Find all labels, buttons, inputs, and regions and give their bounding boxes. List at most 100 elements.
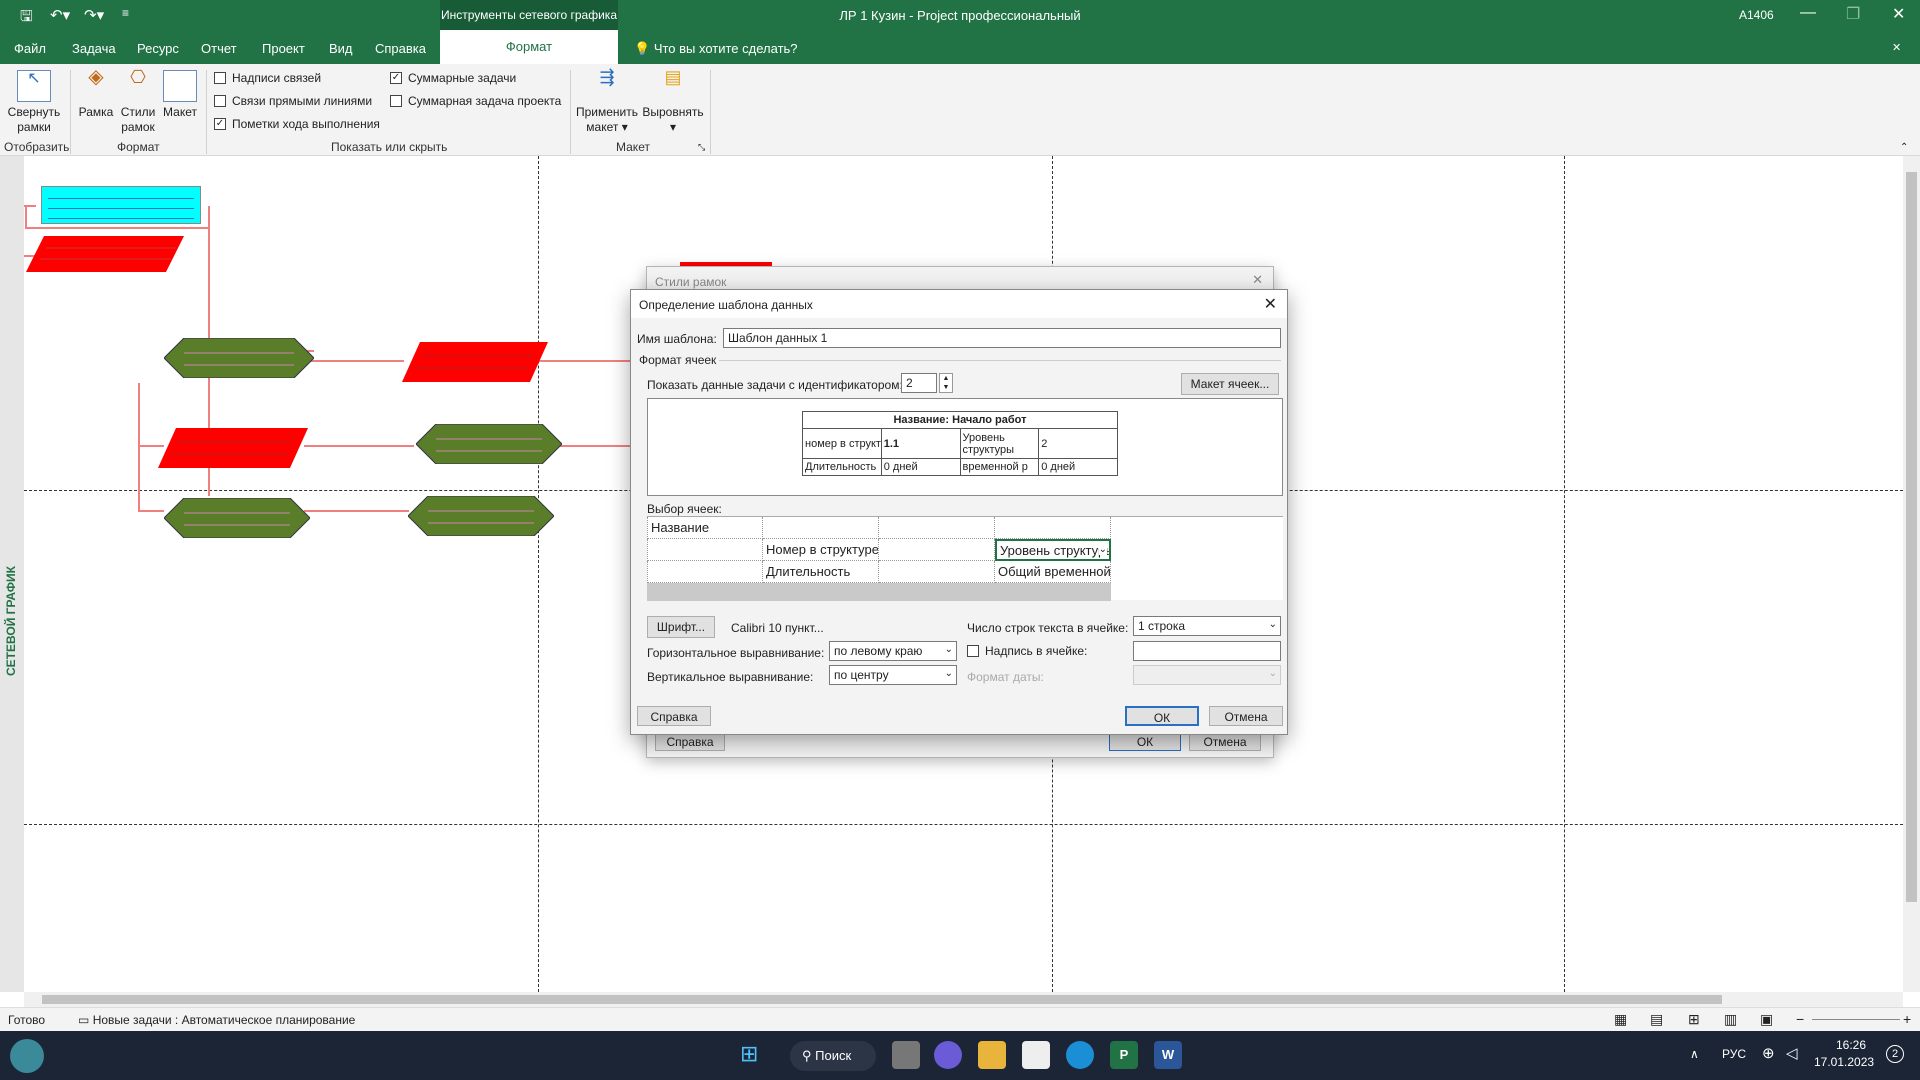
tell-me[interactable]: 💡 Что вы хотите сделать?: [634, 41, 798, 57]
cancel-button[interactable]: Отмена: [1209, 706, 1283, 726]
label-in-cell-input[interactable]: [1133, 641, 1281, 661]
grid-cell-name[interactable]: Название: [647, 517, 763, 539]
task-id-input[interactable]: 2: [901, 373, 937, 393]
preview-cell: Уровень структуры: [959, 428, 1040, 459]
menu-file[interactable]: Файл: [14, 41, 46, 56]
word-icon[interactable]: W: [1154, 1041, 1182, 1069]
chevron-up-icon[interactable]: ∧: [1690, 1047, 1699, 1061]
volume-icon[interactable]: ◁: [1786, 1044, 1798, 1062]
label-in-cell-checkbox[interactable]: Надпись в ячейке:: [967, 644, 1087, 658]
grid-cell-duration[interactable]: Длительность: [763, 561, 879, 583]
halign-select[interactable]: по левому краю ⌄: [829, 641, 957, 661]
gantt-view-icon[interactable]: ▤: [1650, 1011, 1663, 1028]
user-name[interactable]: А1406: [1739, 8, 1774, 22]
new-tasks-mode[interactable]: ▭ Новые задачи : Автоматическое планиров…: [78, 1013, 355, 1027]
horizontal-scroll-thumb[interactable]: [42, 995, 1722, 1004]
grid-cell[interactable]: [763, 517, 879, 539]
horizontal-scrollbar[interactable]: [24, 992, 1903, 1007]
font-button[interactable]: Шрифт...: [647, 616, 715, 638]
valign-label: Вертикальное выравнивание:: [647, 670, 814, 684]
menu-project[interactable]: Проект: [262, 41, 305, 56]
template-name-input[interactable]: Шаблон данных 1: [723, 328, 1281, 348]
grid-cell-total-slack[interactable]: Общий временной: [995, 561, 1111, 583]
network-node[interactable]: [402, 342, 548, 382]
view-icon[interactable]: ▦: [1614, 1011, 1627, 1028]
ok-button[interactable]: ОК: [1125, 706, 1199, 726]
valign-select[interactable]: по центру ⌄: [829, 665, 957, 685]
close-icon[interactable]: ✕: [1892, 4, 1905, 24]
grid-cell[interactable]: [879, 539, 995, 561]
chevron-down-icon[interactable]: ⌄: [1098, 544, 1107, 555]
frame-styles-button[interactable]: ⎔ Стили рамок: [118, 68, 158, 135]
checkbox-summary-tasks[interactable]: ✓ Суммарные задачи: [390, 71, 516, 85]
input-language[interactable]: РУС: [1722, 1047, 1746, 1061]
network-node[interactable]: [41, 186, 201, 224]
frame-button[interactable]: ◈ Рамка: [76, 67, 116, 120]
clock-time[interactable]: 16:26: [1824, 1038, 1878, 1052]
menu-task[interactable]: Задача: [72, 41, 116, 56]
collapse-ribbon-icon[interactable]: ✕: [1892, 41, 1901, 54]
grid-cell[interactable]: [647, 561, 763, 583]
sheet-view-icon[interactable]: ▥: [1724, 1011, 1737, 1028]
restore-icon[interactable]: ❐: [1846, 4, 1860, 24]
lines-select[interactable]: 1 строка ⌄: [1133, 616, 1281, 636]
grid-cell[interactable]: [995, 517, 1111, 539]
cell-layout-button[interactable]: Макет ячеек...: [1181, 373, 1279, 395]
grid-cell-level-selected[interactable]: Уровень структуры ⌄: [995, 539, 1111, 561]
group-format: Формат: [117, 140, 160, 154]
grid-cell-wbs[interactable]: Номер в структуре: [763, 539, 879, 561]
grid-cell[interactable]: [879, 517, 995, 539]
cell-format-label: Формат ячеек: [639, 353, 717, 367]
explorer-icon[interactable]: [978, 1041, 1006, 1069]
network-icon[interactable]: ⊕: [1762, 1044, 1775, 1062]
date-format-label: Формат даты:: [967, 670, 1044, 684]
network-node[interactable]: [164, 498, 310, 538]
dialog-launcher-icon[interactable]: ⤡: [698, 142, 705, 153]
zoom-out-icon[interactable]: −: [1796, 1011, 1804, 1027]
report-view-icon[interactable]: ▣: [1760, 1011, 1773, 1028]
task-view-icon[interactable]: [892, 1041, 920, 1069]
network-node[interactable]: [416, 424, 562, 464]
grid-cell[interactable]: [879, 561, 995, 583]
checkbox-progress-marks[interactable]: ✓ Пометки хода выполнения: [214, 117, 380, 131]
store-icon[interactable]: [1022, 1041, 1050, 1069]
edge-icon[interactable]: [1066, 1041, 1094, 1069]
close-icon[interactable]: ✕: [1252, 272, 1263, 288]
apply-layout-button[interactable]: ⇶ Применить макет ▾: [576, 68, 638, 135]
menu-format[interactable]: Формат: [440, 30, 618, 64]
align-button[interactable]: ▤ Выровнять ▾: [640, 68, 706, 135]
vertical-scroll-thumb[interactable]: [1906, 172, 1917, 902]
help-button[interactable]: Справка: [637, 706, 711, 726]
project-icon[interactable]: P: [1110, 1041, 1138, 1069]
menu-report[interactable]: Отчет: [201, 41, 237, 56]
zoom-in-icon[interactable]: +: [1903, 1011, 1911, 1027]
menu-resource[interactable]: Ресурс: [137, 41, 179, 56]
task-id-spinner[interactable]: ▲ ▼: [939, 373, 953, 393]
windows-icon[interactable]: ⊞: [740, 1041, 768, 1069]
vertical-scrollbar[interactable]: [1903, 156, 1920, 992]
preview-cell: временной р: [959, 458, 1040, 476]
collapse-boxes-button[interactable]: ↖ Свернуть рамки: [6, 70, 62, 135]
network-view-icon[interactable]: ⊞: [1688, 1011, 1700, 1028]
start-orb-icon[interactable]: [10, 1039, 44, 1073]
clock-date[interactable]: 17.01.2023: [1814, 1055, 1874, 1069]
zoom-slider[interactable]: [1812, 1019, 1900, 1020]
layout-button[interactable]: Макет: [160, 70, 200, 120]
network-node[interactable]: [408, 496, 554, 536]
checkmark-icon: ✓: [390, 72, 402, 84]
close-icon[interactable]: ✕: [1264, 294, 1277, 314]
notification-badge[interactable]: 2: [1886, 1045, 1904, 1063]
checkbox-project-summary[interactable]: Суммарная задача проекта: [390, 94, 561, 108]
network-node[interactable]: [158, 428, 308, 468]
checkbox-straight-links[interactable]: Связи прямыми линиями: [214, 94, 372, 108]
checkbox-link-labels[interactable]: Надписи связей: [214, 71, 321, 85]
menu-view[interactable]: Вид: [329, 41, 353, 56]
menu-help[interactable]: Справка: [375, 41, 426, 56]
ribbon-collapse-icon[interactable]: ⌃: [1900, 142, 1908, 153]
grid-cell[interactable]: [647, 539, 763, 561]
network-node[interactable]: [164, 338, 314, 378]
minimize-icon[interactable]: —: [1800, 4, 1816, 22]
taskbar-search[interactable]: ⚲ Поиск: [790, 1041, 876, 1071]
chat-icon[interactable]: [934, 1041, 962, 1069]
network-node[interactable]: [26, 234, 186, 274]
